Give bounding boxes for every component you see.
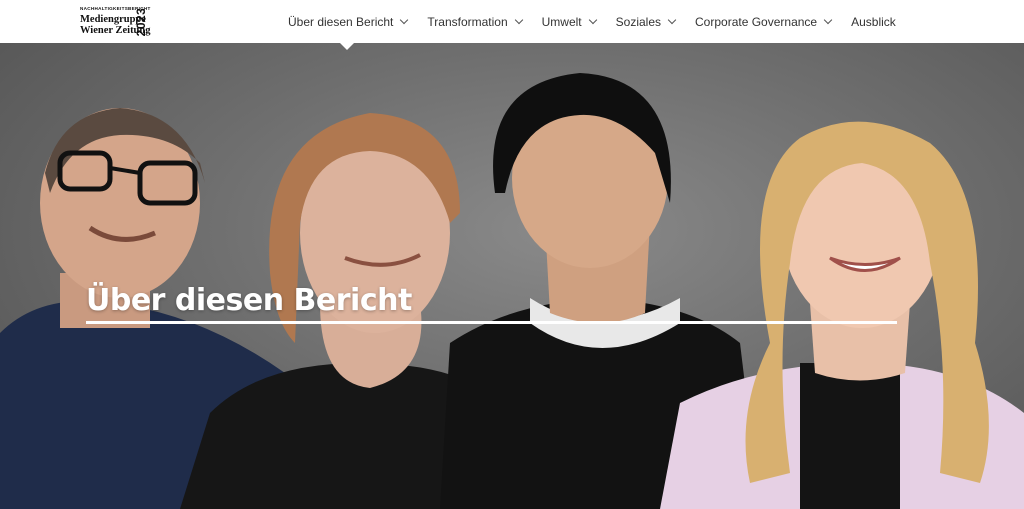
person-4 [660, 121, 1024, 509]
chevron-down-icon [400, 15, 409, 25]
nav-item-label: Ausblick [851, 14, 896, 29]
logo-year: 2023 [134, 7, 148, 37]
hero-title-underline [86, 321, 897, 324]
hero-banner: Über diesen Bericht [0, 43, 1024, 509]
nav-item-label: Umwelt [541, 14, 582, 29]
site-header: NACHHALTIGKEITSBERICHT Mediengruppe Wien… [0, 0, 1024, 43]
chevron-down-icon [667, 15, 677, 25]
nav-item-ausblick[interactable]: Ausblick [851, 15, 896, 29]
nav-item-label: Über diesen Bericht [288, 14, 394, 29]
chevron-down-icon [514, 15, 523, 25]
chevron-down-icon [823, 15, 833, 25]
hero-title: Über diesen Bericht [86, 283, 412, 318]
nav-item-umwelt[interactable]: Umwelt [541, 14, 597, 29]
hero-photo [0, 73, 1024, 509]
nav-item-ueber-diesen-bericht[interactable]: Über diesen Bericht [288, 14, 409, 29]
nav-item-label: Soziales [615, 14, 662, 29]
nav-item-label: Transformation [427, 14, 508, 29]
nav-item-corporate-governance[interactable]: Corporate Governance [695, 14, 833, 29]
nav-item-transformation[interactable]: Transformation [427, 14, 523, 29]
active-nav-pointer [339, 42, 355, 50]
nav-item-label: Corporate Governance [695, 14, 818, 29]
main-nav: Über diesen Bericht Transformation Umwel… [288, 0, 896, 43]
brand-logo[interactable]: NACHHALTIGKEITSBERICHT Mediengruppe Wien… [80, 6, 162, 38]
chevron-down-icon [588, 15, 597, 25]
nav-item-soziales[interactable]: Soziales [615, 14, 677, 29]
